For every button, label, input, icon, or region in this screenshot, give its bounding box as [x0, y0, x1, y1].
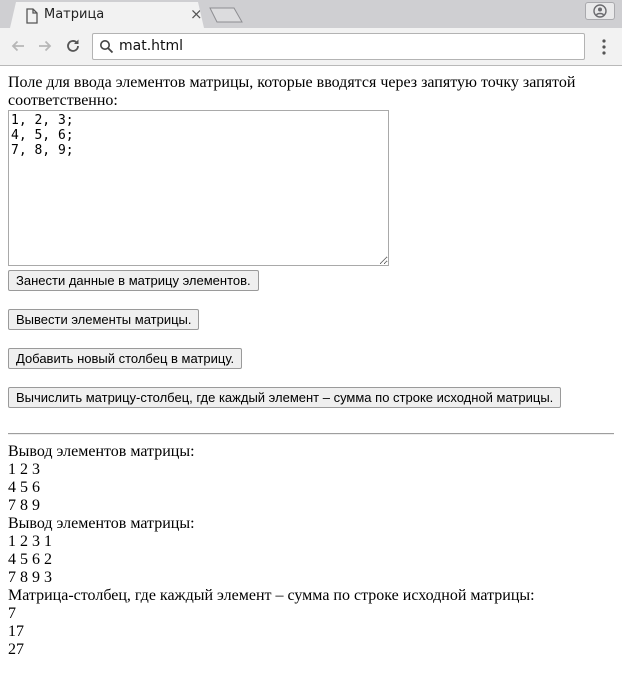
- column-sum-value: 7: [8, 605, 16, 622]
- output-heading: Матрица-столбец, где каждый элемент – су…: [8, 587, 535, 604]
- tab-title: Матрица: [44, 7, 105, 22]
- browser-tab[interactable]: Матрица ×: [10, 2, 204, 28]
- new-tab-button[interactable]: [209, 7, 243, 23]
- matrix-row: 7 8 9 3: [8, 569, 52, 586]
- tab-close-icon[interactable]: ×: [190, 5, 203, 23]
- column-sum-value: 17: [8, 623, 24, 640]
- arrow-left-icon[interactable]: [9, 37, 27, 55]
- matrix-input[interactable]: [8, 110, 389, 266]
- load-matrix-button[interactable]: Занести данные в матрицу элементов.: [8, 270, 259, 291]
- profile-button[interactable]: [585, 2, 615, 20]
- tab-strip: Матрица ×: [0, 0, 622, 28]
- print-matrix-button[interactable]: Вывести элементы матрицы.: [8, 309, 200, 330]
- browser-toolbar: mat.html: [0, 28, 622, 66]
- page-icon: [25, 8, 39, 24]
- matrix-row: 1 2 3 1: [8, 533, 52, 550]
- address-bar[interactable]: mat.html: [92, 33, 585, 60]
- matrix-row: 1 2 3: [8, 461, 40, 478]
- search-icon: [100, 40, 114, 54]
- add-column-button[interactable]: Добавить новый столбец в матрицу.: [8, 348, 243, 369]
- column-sum-value: 27: [8, 641, 24, 658]
- output-area: Вывод элементов матрицы: 1 2 3 4 5 6 7 8…: [8, 443, 614, 659]
- row-sums-button[interactable]: Вычислить матрицу-столбец, где каждый эл…: [8, 387, 562, 408]
- input-instructions: Поле для ввода элементов матрицы, которы…: [8, 74, 576, 109]
- arrow-right-icon[interactable]: [36, 37, 54, 55]
- matrix-row: 4 5 6 2: [8, 551, 52, 568]
- profile-icon: [593, 4, 607, 18]
- output-heading: Вывод элементов матрицы:: [8, 515, 195, 532]
- reload-icon[interactable]: [64, 37, 82, 55]
- address-text: mat.html: [119, 38, 184, 54]
- matrix-row: 7 8 9: [8, 497, 40, 514]
- output-heading: Вывод элементов матрицы:: [8, 443, 195, 460]
- matrix-row: 4 5 6: [8, 479, 40, 496]
- page-content: Поле для ввода элементов матрицы, которы…: [8, 74, 614, 659]
- kebab-menu-icon[interactable]: [600, 38, 608, 56]
